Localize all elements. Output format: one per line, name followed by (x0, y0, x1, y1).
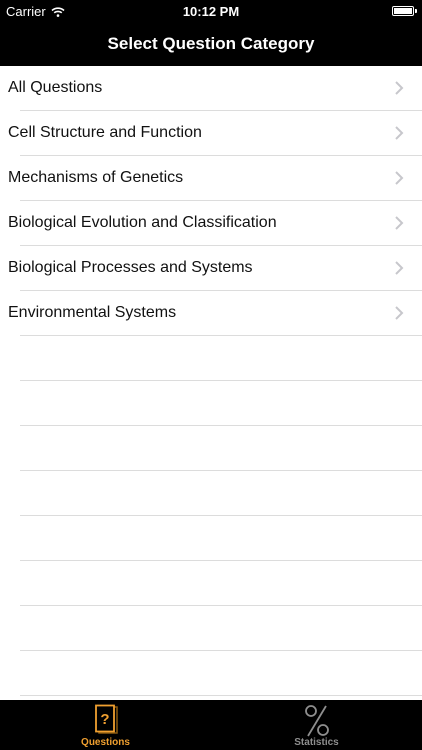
tab-statistics[interactable]: Statistics (211, 700, 422, 750)
chevron-right-icon (395, 306, 404, 320)
tab-label: Questions (81, 737, 130, 748)
question-card-icon: ? (94, 704, 118, 734)
category-row-all-questions[interactable]: All Questions (0, 66, 422, 111)
page-title: Select Question Category (107, 34, 315, 53)
chevron-right-icon (395, 216, 404, 230)
category-label: Biological Processes and Systems (8, 259, 253, 276)
tab-bar: ? Questions Statistics (0, 700, 422, 750)
chevron-right-icon (395, 171, 404, 185)
category-row-evolution[interactable]: Biological Evolution and Classification (0, 201, 422, 246)
category-label: Cell Structure and Function (8, 124, 202, 141)
svg-text:?: ? (100, 711, 109, 728)
empty-row (0, 336, 422, 381)
category-label: Environmental Systems (8, 304, 177, 321)
category-row-environmental[interactable]: Environmental Systems (0, 291, 422, 336)
empty-row (0, 471, 422, 516)
category-row-cell-structure[interactable]: Cell Structure and Function (0, 111, 422, 156)
empty-row (0, 516, 422, 561)
category-row-processes[interactable]: Biological Processes and Systems (0, 246, 422, 291)
empty-row (0, 651, 422, 696)
empty-row (0, 381, 422, 426)
category-row-genetics[interactable]: Mechanisms of Genetics (0, 156, 422, 201)
chevron-right-icon (395, 81, 404, 95)
chevron-right-icon (395, 126, 404, 140)
category-list[interactable]: All Questions Cell Structure and Functio… (0, 66, 422, 700)
category-label: Biological Evolution and Classification (8, 214, 277, 231)
navigation-bar: Select Question Category (0, 22, 422, 66)
tab-questions[interactable]: ? Questions (0, 700, 211, 750)
category-label: All Questions (8, 79, 103, 96)
category-label: Mechanisms of Genetics (8, 169, 184, 186)
chevron-right-icon (395, 261, 404, 275)
status-bar: Carrier 10:12 PM (0, 0, 422, 22)
tab-label: Statistics (294, 737, 339, 748)
empty-row (0, 561, 422, 606)
empty-row (0, 426, 422, 471)
battery-tip (415, 9, 417, 13)
clock: 10:12 PM (182, 4, 240, 19)
percent-icon (304, 705, 329, 737)
empty-row (0, 606, 422, 651)
battery-icon (392, 6, 414, 16)
